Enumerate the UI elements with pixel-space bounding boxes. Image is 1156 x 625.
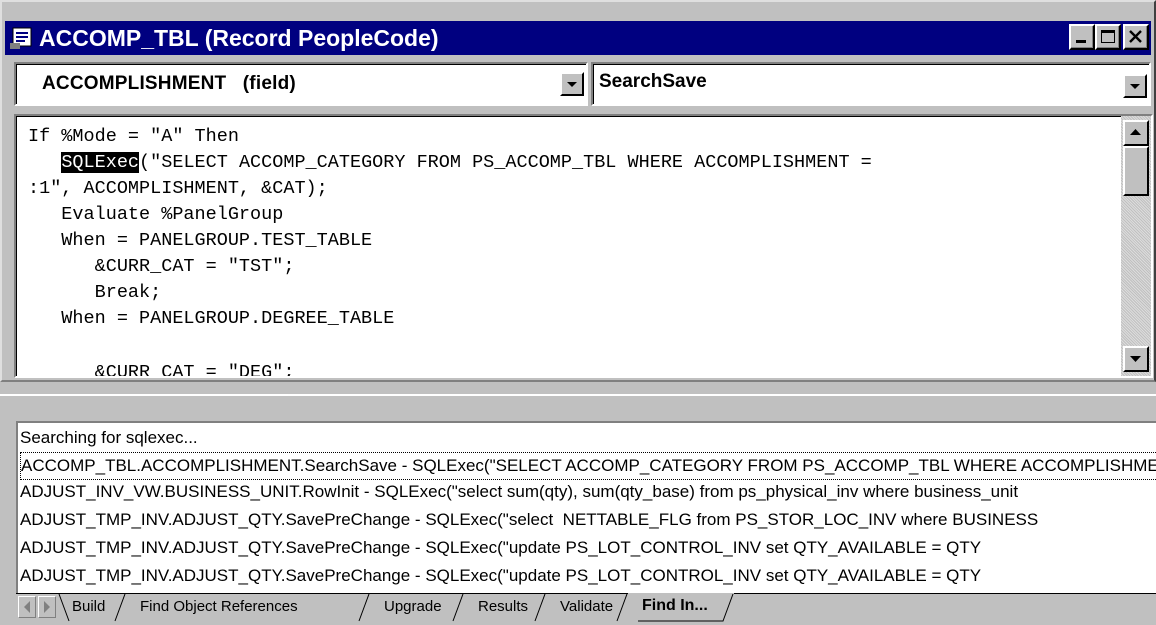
- chevron-down-icon: [1130, 84, 1140, 89]
- peoplecode-document-icon: [10, 27, 32, 49]
- code-editor[interactable]: If %Mode = "A" Then SQLExec("SELECT ACCO…: [14, 114, 1153, 378]
- scroll-up-button[interactable]: [1123, 120, 1149, 146]
- scroll-thumb[interactable]: [1123, 146, 1149, 196]
- chevron-down-icon: [567, 82, 577, 87]
- event-selector-value: SearchSave: [599, 71, 707, 92]
- code-line[interactable]: &CURR_CAT = "DEG";: [28, 360, 295, 376]
- list-item[interactable]: ADJUST_TMP_INV.ADJUST_QTY.SavePreChange …: [20, 535, 1156, 563]
- list-item[interactable]: ADJUST_INV_VW.BUSINESS_UNIT.RowInit - SQ…: [20, 479, 1156, 507]
- chevron-down-icon: [1130, 356, 1141, 362]
- code-line[interactable]: When = PANELGROUP.DEGREE_TABLE: [28, 306, 394, 332]
- code-line[interactable]: Break;: [28, 280, 162, 306]
- pane-splitter[interactable]: [0, 382, 1156, 396]
- chevron-right-icon: [44, 601, 50, 613]
- event-selector[interactable]: SearchSave: [591, 62, 1151, 106]
- minimize-icon: [1076, 40, 1086, 43]
- tab-label: Build: [72, 598, 106, 615]
- minimize-button[interactable]: [1069, 24, 1095, 50]
- code-line[interactable]: &CURR_CAT = "TST";: [28, 254, 295, 280]
- chevron-left-icon: [24, 601, 30, 613]
- code-line[interactable]: SQLExec("SELECT ACCOMP_CATEGORY FROM PS_…: [28, 150, 872, 176]
- tab-validate[interactable]: Validate: [546, 594, 628, 622]
- maximize-icon: [1101, 30, 1115, 43]
- find-results-list[interactable]: Searching for sqlexec... ACCOMP_TBL.ACCO…: [16, 421, 1156, 593]
- search-highlight: SQLExec: [61, 152, 140, 173]
- field-selector-value: ACCOMPLISHMENT (field): [42, 73, 296, 94]
- code-line-rest: ("SELECT ACCOMP_CATEGORY FROM PS_ACCOMP_…: [139, 152, 872, 173]
- close-icon: [1129, 30, 1142, 43]
- tab-build[interactable]: Build: [58, 594, 126, 622]
- code-line[interactable]: When = PANELGROUP.TEST_TABLE: [28, 228, 372, 254]
- tab-label: Results: [478, 598, 529, 615]
- tab-find-object-references[interactable]: Find Object References: [126, 594, 370, 622]
- window-title: ACCOMP_TBL (Record PeopleCode): [39, 25, 439, 51]
- code-line[interactable]: :1", ACCOMPLISHMENT, &CAT);: [28, 176, 328, 202]
- peoplecode-editor-window: ACCOMP_TBL (Record PeopleCode) ACCOMPLIS…: [0, 0, 1156, 382]
- code-vertical-scrollbar[interactable]: [1121, 116, 1151, 376]
- list-item[interactable]: ADJUST_TMP_INV.ADJUST_QTY.SavePreChange …: [20, 507, 1156, 535]
- output-window: Searching for sqlexec... ACCOMP_TBL.ACCO…: [0, 396, 1156, 625]
- tab-upgrade[interactable]: Upgrade: [370, 594, 464, 622]
- tab-label: Find In...: [642, 597, 708, 614]
- code-line[interactable]: Evaluate %PanelGroup: [28, 202, 283, 228]
- event-dropdown-button[interactable]: [1123, 74, 1147, 98]
- list-item[interactable]: ADJUST_TMP_INV.ADJUST_QTY.SavePreChange …: [20, 563, 1156, 591]
- output-tab-strip: Build Find Object References Upgrade Res…: [16, 593, 1156, 625]
- title-bar[interactable]: ACCOMP_TBL (Record PeopleCode): [5, 21, 1151, 55]
- tab-label: Validate: [560, 598, 614, 615]
- tab-find-in[interactable]: Find In...: [628, 593, 734, 622]
- tab-results[interactable]: Results: [464, 594, 546, 622]
- list-item[interactable]: ACCOMP_TBL.ACCOMPLISHMENT.SearchSave - S…: [20, 452, 1156, 480]
- field-selector[interactable]: ACCOMPLISHMENT (field): [14, 62, 588, 106]
- tab-scroll-right-button[interactable]: [38, 596, 56, 618]
- tab-label: Upgrade: [384, 598, 442, 615]
- close-button[interactable]: [1123, 24, 1149, 50]
- scroll-down-button[interactable]: [1123, 346, 1149, 372]
- code-line[interactable]: If %Mode = "A" Then: [28, 124, 239, 150]
- list-item[interactable]: Searching for sqlexec...: [20, 425, 1156, 453]
- field-dropdown-button[interactable]: [560, 72, 584, 96]
- tab-scroll-left-button[interactable]: [18, 596, 36, 618]
- maximize-button[interactable]: [1095, 24, 1121, 50]
- chevron-up-icon: [1130, 129, 1141, 135]
- tab-label: Find Object References: [140, 598, 298, 615]
